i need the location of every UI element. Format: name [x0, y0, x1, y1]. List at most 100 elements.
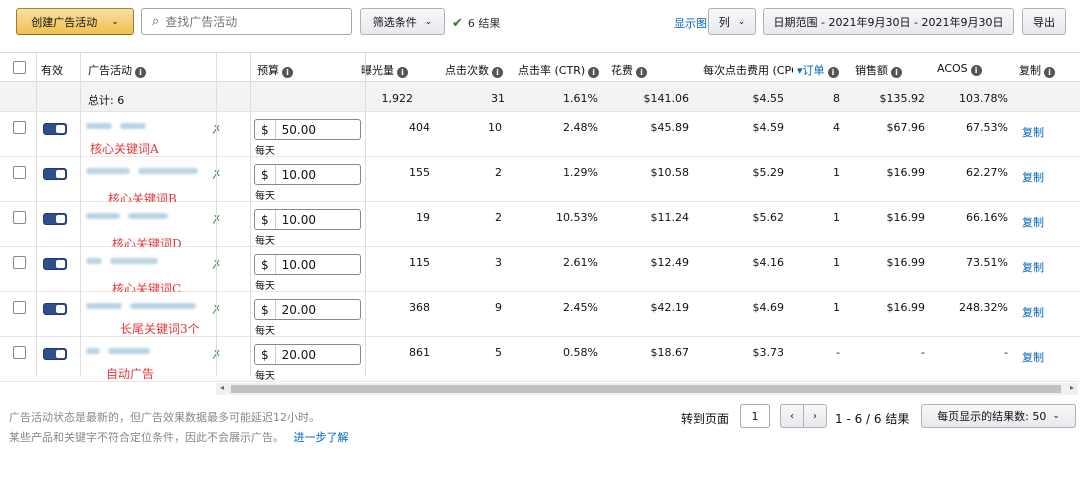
budget-input[interactable]: $ 20.00 — [254, 344, 361, 365]
footer-note-2: 某些产品和关键字不符合定位条件，因此不会展示广告。 进一步了解 — [9, 429, 349, 445]
budget-value: 10.00 — [281, 257, 316, 272]
row-checkbox[interactable] — [13, 346, 26, 359]
date-range-button[interactable]: 日期范围 - 2021年9月30日 - 2021年9月30日 — [763, 8, 1014, 35]
totals-spend: $141.06 — [643, 92, 690, 105]
export-button[interactable]: 导出 — [1022, 8, 1066, 35]
search-input[interactable]: ⌕ 查找广告活动 — [141, 8, 352, 35]
scroll-thumb[interactable] — [231, 385, 1061, 393]
result-count: ✔ 6 结果 — [452, 15, 500, 31]
spend-cell: $42.19 — [650, 301, 690, 314]
active-toggle[interactable] — [43, 348, 67, 360]
budget-input[interactable]: $ 10.00 — [254, 254, 361, 275]
per-day-label: 每天 — [255, 191, 275, 202]
learn-more-link[interactable]: 进一步了解 — [294, 431, 349, 444]
active-toggle[interactable] — [43, 168, 67, 180]
per-day-label: 每天 — [255, 236, 275, 247]
cpc-cell: $5.62 — [752, 211, 785, 224]
col-clicks[interactable]: 点击次数 i — [445, 62, 503, 78]
col-sales-label: 销售额 — [855, 64, 888, 77]
col-campaign[interactable]: 广告活动 i — [88, 62, 146, 78]
row-checkbox[interactable] — [13, 211, 26, 224]
clicks-cell: 10 — [488, 121, 502, 134]
campaign-name-link[interactable] — [86, 213, 120, 219]
col-budget-label: 预算 — [257, 64, 279, 77]
col-acos[interactable]: ACOS i — [937, 62, 982, 76]
chevron-down-icon: ⌄ — [424, 16, 433, 27]
scroll-right-icon[interactable]: ▸ — [1070, 383, 1074, 392]
per-day-label: 每天 — [255, 281, 275, 292]
col-ctr-label: 点击率 (CTR) — [518, 64, 586, 77]
info-icon: i — [827, 67, 839, 78]
budget-value: 20.00 — [281, 302, 316, 317]
campaign-name-link[interactable] — [120, 123, 146, 129]
budget-input[interactable]: $ 50.00 — [254, 119, 361, 140]
orders-cell: 1 — [833, 166, 840, 179]
totals-orders: 8 — [833, 92, 840, 105]
col-ctr[interactable]: 点击率 (CTR) i — [518, 62, 600, 78]
row-checkbox[interactable] — [13, 256, 26, 269]
col-copy[interactable]: 复制 i — [1019, 62, 1055, 78]
cpc-cell: $5.29 — [752, 166, 785, 179]
copy-link[interactable]: 复制 — [1022, 259, 1044, 275]
budget-input[interactable]: $ 10.00 — [254, 209, 361, 230]
campaign-name-link[interactable] — [130, 303, 196, 309]
active-toggle[interactable] — [43, 258, 67, 270]
search-icon: ⌕ — [152, 14, 160, 29]
campaign-name-link[interactable] — [86, 348, 100, 354]
cpc-cell: $3.73 — [752, 346, 785, 359]
copy-link[interactable]: 复制 — [1022, 169, 1044, 185]
copy-link[interactable]: 复制 — [1022, 304, 1044, 320]
budget-input[interactable]: $ 20.00 — [254, 299, 361, 320]
campaign-name-link[interactable] — [86, 303, 122, 309]
row-checkbox[interactable] — [13, 301, 26, 314]
totals-impressions: 1,922 — [381, 92, 414, 105]
campaign-name-link[interactable] — [86, 258, 102, 264]
horizontal-scrollbar[interactable]: ◂ ▸ — [216, 383, 1078, 395]
col-budget[interactable]: 预算 i — [257, 62, 293, 78]
copy-link[interactable]: 复制 — [1022, 214, 1044, 230]
filter-button[interactable]: 筛选条件 ⌄ — [360, 8, 445, 35]
active-toggle[interactable] — [43, 213, 67, 225]
copy-link[interactable]: 复制 — [1022, 349, 1044, 365]
cpc-cell: $4.59 — [752, 121, 785, 134]
acos-cell: - — [1004, 346, 1008, 359]
totals-clicks: 31 — [491, 92, 505, 105]
info-icon: i — [397, 67, 408, 78]
col-sales[interactable]: 销售额 i — [855, 62, 902, 78]
col-cpc[interactable]: 每次点击费用 (CPC — [703, 62, 793, 78]
orders-cell: - — [836, 346, 840, 359]
col-acos-label: ACOS — [937, 62, 968, 75]
row-checkbox[interactable] — [13, 166, 26, 179]
campaign-name-link[interactable] — [86, 168, 130, 174]
col-spend[interactable]: 花费 i — [611, 62, 647, 78]
col-active[interactable]: 有效 — [41, 62, 63, 78]
prev-page-button[interactable]: ‹ — [780, 404, 804, 428]
results-per-page-select[interactable]: 每页显示的结果数: 50 ⌄ — [921, 404, 1076, 428]
ctr-cell: 1.29% — [563, 166, 598, 179]
campaign-name-link[interactable] — [108, 348, 150, 354]
campaign-name-link[interactable] — [110, 258, 158, 264]
table-row: 核心关键词A ꭗ $ 50.00 每天 404 10 2.48% $45.89 … — [0, 112, 1080, 157]
copy-link[interactable]: 复制 — [1022, 124, 1044, 140]
next-page-button[interactable]: › — [803, 404, 827, 428]
columns-button[interactable]: 列 ⌄ — [708, 8, 756, 35]
active-toggle[interactable] — [43, 303, 67, 315]
acos-cell: 66.16% — [966, 211, 1008, 224]
select-all-checkbox[interactable] — [13, 61, 26, 74]
table-header: 有效 广告活动 i 预算 i 曝光量 i 点击次数 i 点击率 (CTR) i 花费 i 每… — [0, 52, 1080, 82]
campaign-note: 核心关键词A — [90, 142, 159, 156]
col-orders[interactable]: ▾订单 i — [797, 62, 839, 78]
col-copy-label: 复制 — [1019, 64, 1041, 77]
col-impressions[interactable]: 曝光量 i — [361, 62, 408, 78]
page-input[interactable]: 1 — [740, 404, 770, 428]
campaign-name-link[interactable] — [128, 213, 168, 219]
active-toggle[interactable] — [43, 123, 67, 135]
create-campaign-button[interactable]: 创建广告活动 ⌄ — [16, 8, 134, 35]
row-checkbox[interactable] — [13, 121, 26, 134]
info-icon: i — [970, 65, 982, 76]
campaign-name-link[interactable] — [138, 168, 198, 174]
budget-input[interactable]: $ 10.00 — [254, 164, 361, 185]
campaign-name-link[interactable] — [86, 123, 112, 129]
scroll-left-icon[interactable]: ◂ — [220, 383, 224, 392]
chevron-down-icon: ⌄ — [1052, 411, 1060, 421]
